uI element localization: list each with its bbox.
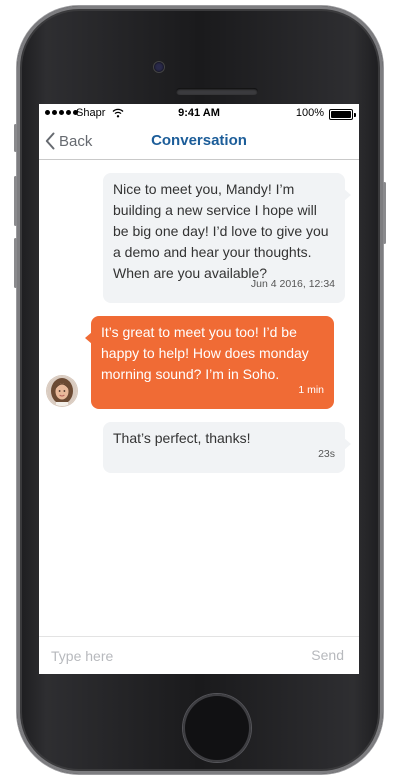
mute-switch [14,124,17,152]
app-screen: Shapr 9:41 AM 100% Back Conversation Nic… [39,104,359,674]
battery-percent: 100% [295,107,324,119]
message-timestamp: 23s [318,448,335,460]
power-button [383,182,386,244]
volume-down-button [14,238,17,288]
message-bubble-outgoing[interactable]: Nice to meet you, Mandy! I’m building a … [103,173,351,303]
bubble-tail [344,438,351,450]
page-title: Conversation [151,132,247,149]
earpiece-speaker [176,88,258,95]
front-camera [154,62,164,72]
home-button[interactable] [183,694,251,762]
message-text: Nice to meet you, Mandy! I’m building a … [113,181,329,281]
navigation-bar: Back Conversation [39,124,359,160]
message-text: That’s perfect, thanks! [113,430,251,446]
message-timestamp: Jun 4 2016, 12:34 [250,278,335,290]
message-list: Nice to meet you, Mandy! I’m building a … [39,161,359,636]
bubble-tail [344,189,351,201]
status-bar: Shapr 9:41 AM 100% [39,104,359,124]
bubble-tail [85,332,92,344]
message-text: It’s great to meet you too! I’d be happy… [101,324,309,382]
avatar[interactable] [47,376,77,406]
volume-up-button [14,176,17,226]
send-button[interactable]: Send [311,647,344,663]
message-composer: Send [39,636,359,674]
message-input[interactable] [51,645,291,667]
battery-icon [329,109,356,120]
message-timestamp: 1 min [298,384,324,396]
message-bubble-incoming[interactable]: It’s great to meet you too! I’d be happy… [85,316,334,409]
contact-photo-icon [47,376,77,406]
message-bubble-outgoing[interactable]: That’s perfect, thanks! 23s [103,422,351,473]
